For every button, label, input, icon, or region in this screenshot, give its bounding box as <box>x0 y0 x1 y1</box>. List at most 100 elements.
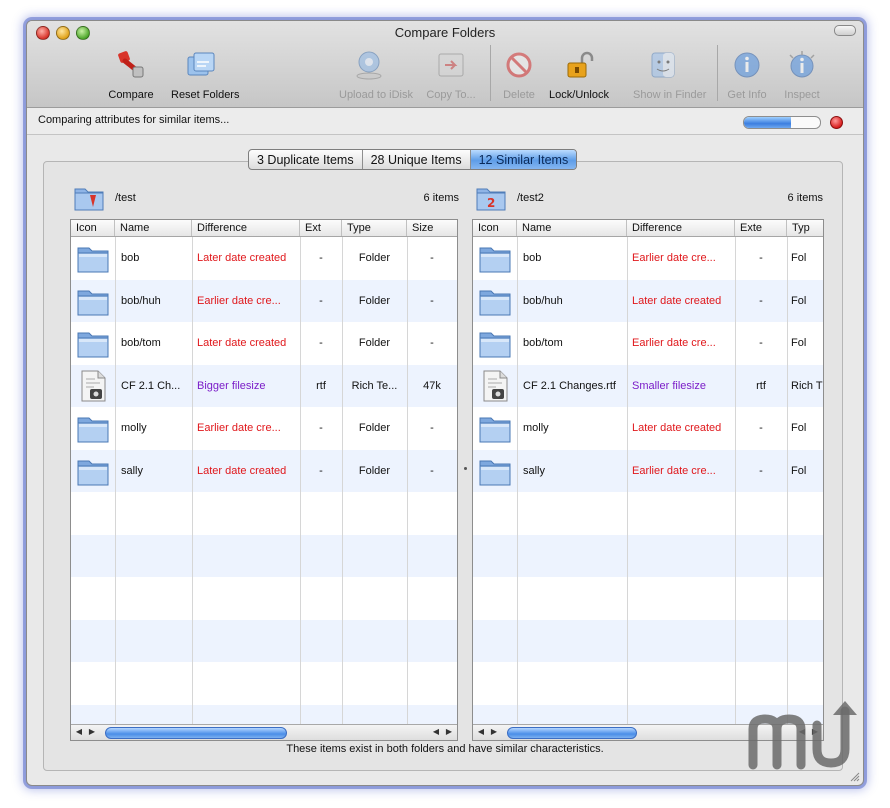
column-header-size[interactable]: Size <box>407 220 457 236</box>
difference-text: Earlier date cre... <box>197 294 281 307</box>
type-text: Fol <box>791 337 807 349</box>
column-header-name[interactable]: Name <box>115 220 192 236</box>
empty-row <box>473 492 823 535</box>
upload-to-idisk-button[interactable]: Upload to iDisk <box>339 49 413 101</box>
table-row[interactable]: sally Earlier date cre... - Fol <box>473 449 823 492</box>
resize-grip-icon[interactable] <box>850 772 860 782</box>
column-header-difference[interactable]: Difference <box>192 220 300 236</box>
column-header-icon[interactable]: Icon <box>71 220 115 236</box>
item-name: bob <box>523 252 542 264</box>
rtf-document-icon <box>483 370 508 401</box>
table-row[interactable]: bob/tom Earlier date cre... - Fol <box>473 322 823 365</box>
show-in-finder-button[interactable]: Show in Finder <box>633 49 706 101</box>
column-header-icon[interactable]: Icon <box>473 220 517 236</box>
table-row[interactable]: molly Later date created - Fol <box>473 407 823 450</box>
get-info-label: Get Info <box>727 89 767 101</box>
folder-1-icon <box>74 188 104 211</box>
difference-text: Later date created <box>632 294 722 307</box>
column-header-type[interactable]: Typ <box>787 220 823 236</box>
status-bar: Comparing attributes for similar items..… <box>27 108 863 135</box>
right-items-table[interactable]: Icon Name Difference Exte Typ bob Earlier… <box>472 219 824 741</box>
difference-text: Smaller filesize <box>632 379 706 392</box>
column-header-name[interactable]: Name <box>517 220 627 236</box>
column-divider <box>342 237 343 724</box>
lock-unlock-button[interactable]: Lock/Unlock <box>549 49 609 101</box>
type-text: Fol <box>791 464 807 477</box>
folder-icon <box>77 247 109 273</box>
table-row[interactable]: bob/huh Earlier date cre... - Folder - <box>71 279 457 322</box>
extension-text: - <box>759 252 763 264</box>
stop-button[interactable] <box>830 116 843 129</box>
reset-folders-icon <box>187 52 215 76</box>
scroll-right-arrow-icon[interactable]: ▶ <box>443 726 455 738</box>
size-text: - <box>430 252 434 264</box>
table-row[interactable]: bob Later date created - Folder - <box>71 237 457 280</box>
left-scroll-thumb[interactable] <box>105 727 287 739</box>
type-text: Fol <box>791 252 807 264</box>
table-row[interactable]: bob/tom Later date created - Folder - <box>71 322 457 365</box>
left-folder-header: /test 6 items <box>73 181 459 217</box>
folder-icon <box>479 460 511 485</box>
size-text: 47k <box>423 379 441 392</box>
scroll-right-arrow-icon[interactable]: ▶ <box>488 726 500 738</box>
scroll-left-arrow-icon[interactable]: ◀ <box>430 726 442 738</box>
item-name: bob/huh <box>523 294 563 307</box>
left-table-rows: bob Later date created - Folder - bob/huh Earl… <box>71 237 457 740</box>
reset-folders-button[interactable]: Reset Folders <box>171 49 239 101</box>
svg-text:2: 2 <box>487 196 495 210</box>
left-folder-path: /test <box>115 192 136 204</box>
type-text: Folder <box>358 337 391 349</box>
right-scroll-thumb[interactable] <box>507 727 637 739</box>
compare-button[interactable]: Compare <box>108 49 154 101</box>
empty-row <box>71 534 457 577</box>
lock-unlock-label: Lock/Unlock <box>549 89 609 101</box>
table-row[interactable]: molly Earlier date cre... - Folder - <box>71 407 457 450</box>
column-divider <box>627 237 628 724</box>
tab-duplicate-items[interactable]: 3 Duplicate Items <box>249 150 363 169</box>
folder-icon <box>479 290 511 315</box>
left-horizontal-scrollbar[interactable]: ◀ ▶ ◀ ▶ <box>71 724 457 740</box>
column-header-ext[interactable]: Ext <box>300 220 342 236</box>
type-text: Rich T <box>791 379 823 392</box>
get-info-button[interactable]: Get Info <box>727 49 767 101</box>
table-row[interactable]: sally Later date created - Folder - <box>71 449 457 492</box>
table-row[interactable]: bob/huh Later date created - Fol <box>473 279 823 322</box>
table-row[interactable]: CF 2.1 Ch... Bigger filesize rtf Rich Te...… <box>71 364 457 407</box>
tab-similar-items[interactable]: 12 Similar Items <box>470 150 577 169</box>
folder-icon <box>77 417 109 443</box>
toolbar-toggle-button[interactable] <box>834 25 856 36</box>
scroll-left-arrow-icon[interactable]: ◀ <box>73 726 85 738</box>
inspect-label: Inspect <box>784 89 820 101</box>
difference-text: Bigger filesize <box>197 379 266 392</box>
delete-icon <box>506 52 532 78</box>
scroll-right-arrow-icon[interactable]: ▶ <box>86 726 98 738</box>
column-header-ext[interactable]: Exte <box>735 220 787 236</box>
extension-text: - <box>319 294 323 307</box>
column-header-difference[interactable]: Difference <box>627 220 735 236</box>
empty-row <box>473 534 823 577</box>
tab-unique-items[interactable]: 28 Unique Items <box>363 150 471 169</box>
inspect-icon <box>789 51 815 78</box>
extension-text: - <box>319 422 323 434</box>
table-row[interactable]: bob Earlier date cre... - Fol <box>473 237 823 280</box>
column-header-type[interactable]: Type <box>342 220 407 236</box>
progress-fill <box>744 117 792 128</box>
copy-to-button[interactable]: Copy To... <box>426 49 476 101</box>
right-folder-path: /test2 <box>517 192 544 204</box>
delete-button[interactable]: Delete <box>499 49 539 101</box>
copy-to-label: Copy To... <box>426 89 476 101</box>
right-folder-header: 2 /test2 6 items <box>475 181 823 217</box>
table-row[interactable]: CF 2.1 Changes.rtf Smaller filesize rtf Ric… <box>473 364 823 407</box>
compare-icon <box>118 51 144 78</box>
size-text: - <box>430 294 434 307</box>
left-items-table[interactable]: Icon Name Difference Ext Type Size bob La… <box>70 219 458 741</box>
column-divider <box>787 237 788 724</box>
column-divider <box>192 237 193 724</box>
empty-row <box>473 619 823 662</box>
extension-text: - <box>759 337 763 349</box>
inspect-button[interactable]: Inspect <box>782 49 822 101</box>
delete-label: Delete <box>503 89 535 101</box>
scroll-left-arrow-icon[interactable]: ◀ <box>475 726 487 738</box>
split-view-divider-handle[interactable] <box>464 467 467 470</box>
folder-icon <box>479 332 511 358</box>
